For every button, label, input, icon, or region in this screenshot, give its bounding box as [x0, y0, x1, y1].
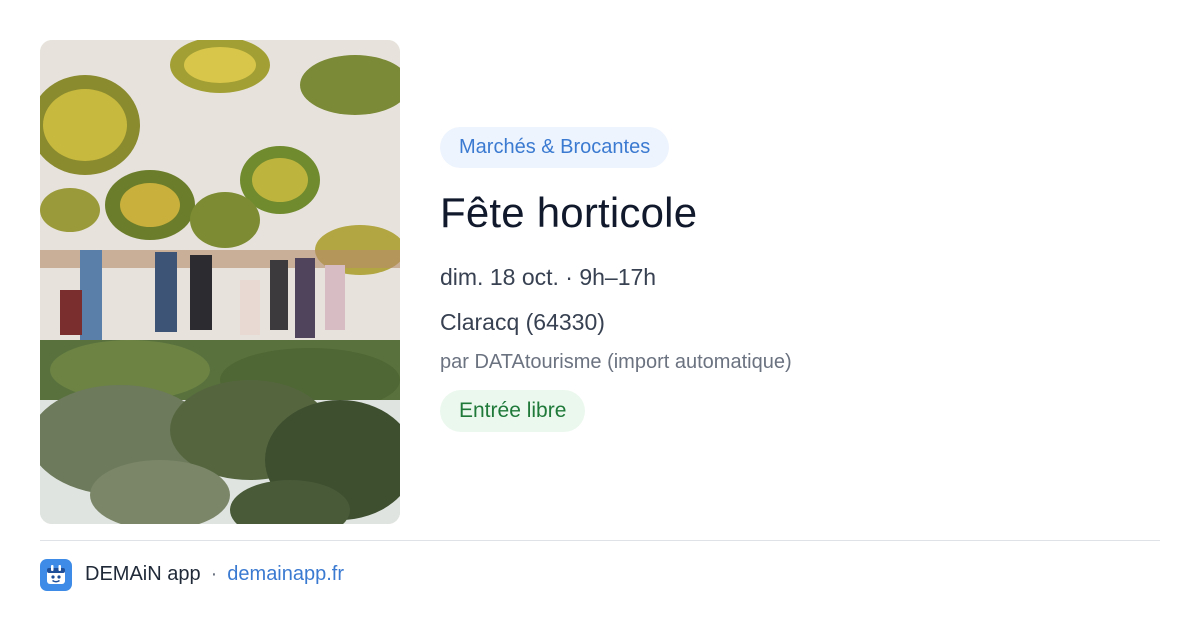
event-date-time: dim. 18 oct. · 9h–17h: [440, 264, 657, 290]
footer-divider: [40, 540, 1160, 541]
event-location: Claracq (64330): [440, 309, 605, 335]
app-name: DEMAiN app: [85, 563, 201, 585]
event-source: par DATAtourisme (import automatique): [440, 351, 792, 373]
site-link[interactable]: demainapp.fr: [227, 563, 344, 586]
footer: DEMAiN app · demainapp.fr: [40, 558, 344, 591]
event-details: Marchés & Brocantes Fête horticole dim. …: [440, 127, 1160, 432]
event-photo: [40, 40, 400, 524]
category-badge[interactable]: Marchés & Brocantes: [440, 127, 670, 168]
event-title: Fête horticole: [440, 189, 698, 236]
footer-separator: ·: [210, 563, 218, 585]
price-badge: Entrée libre: [440, 390, 586, 432]
app-logo[interactable]: [40, 558, 72, 591]
calendar-icon: [47, 564, 65, 584]
